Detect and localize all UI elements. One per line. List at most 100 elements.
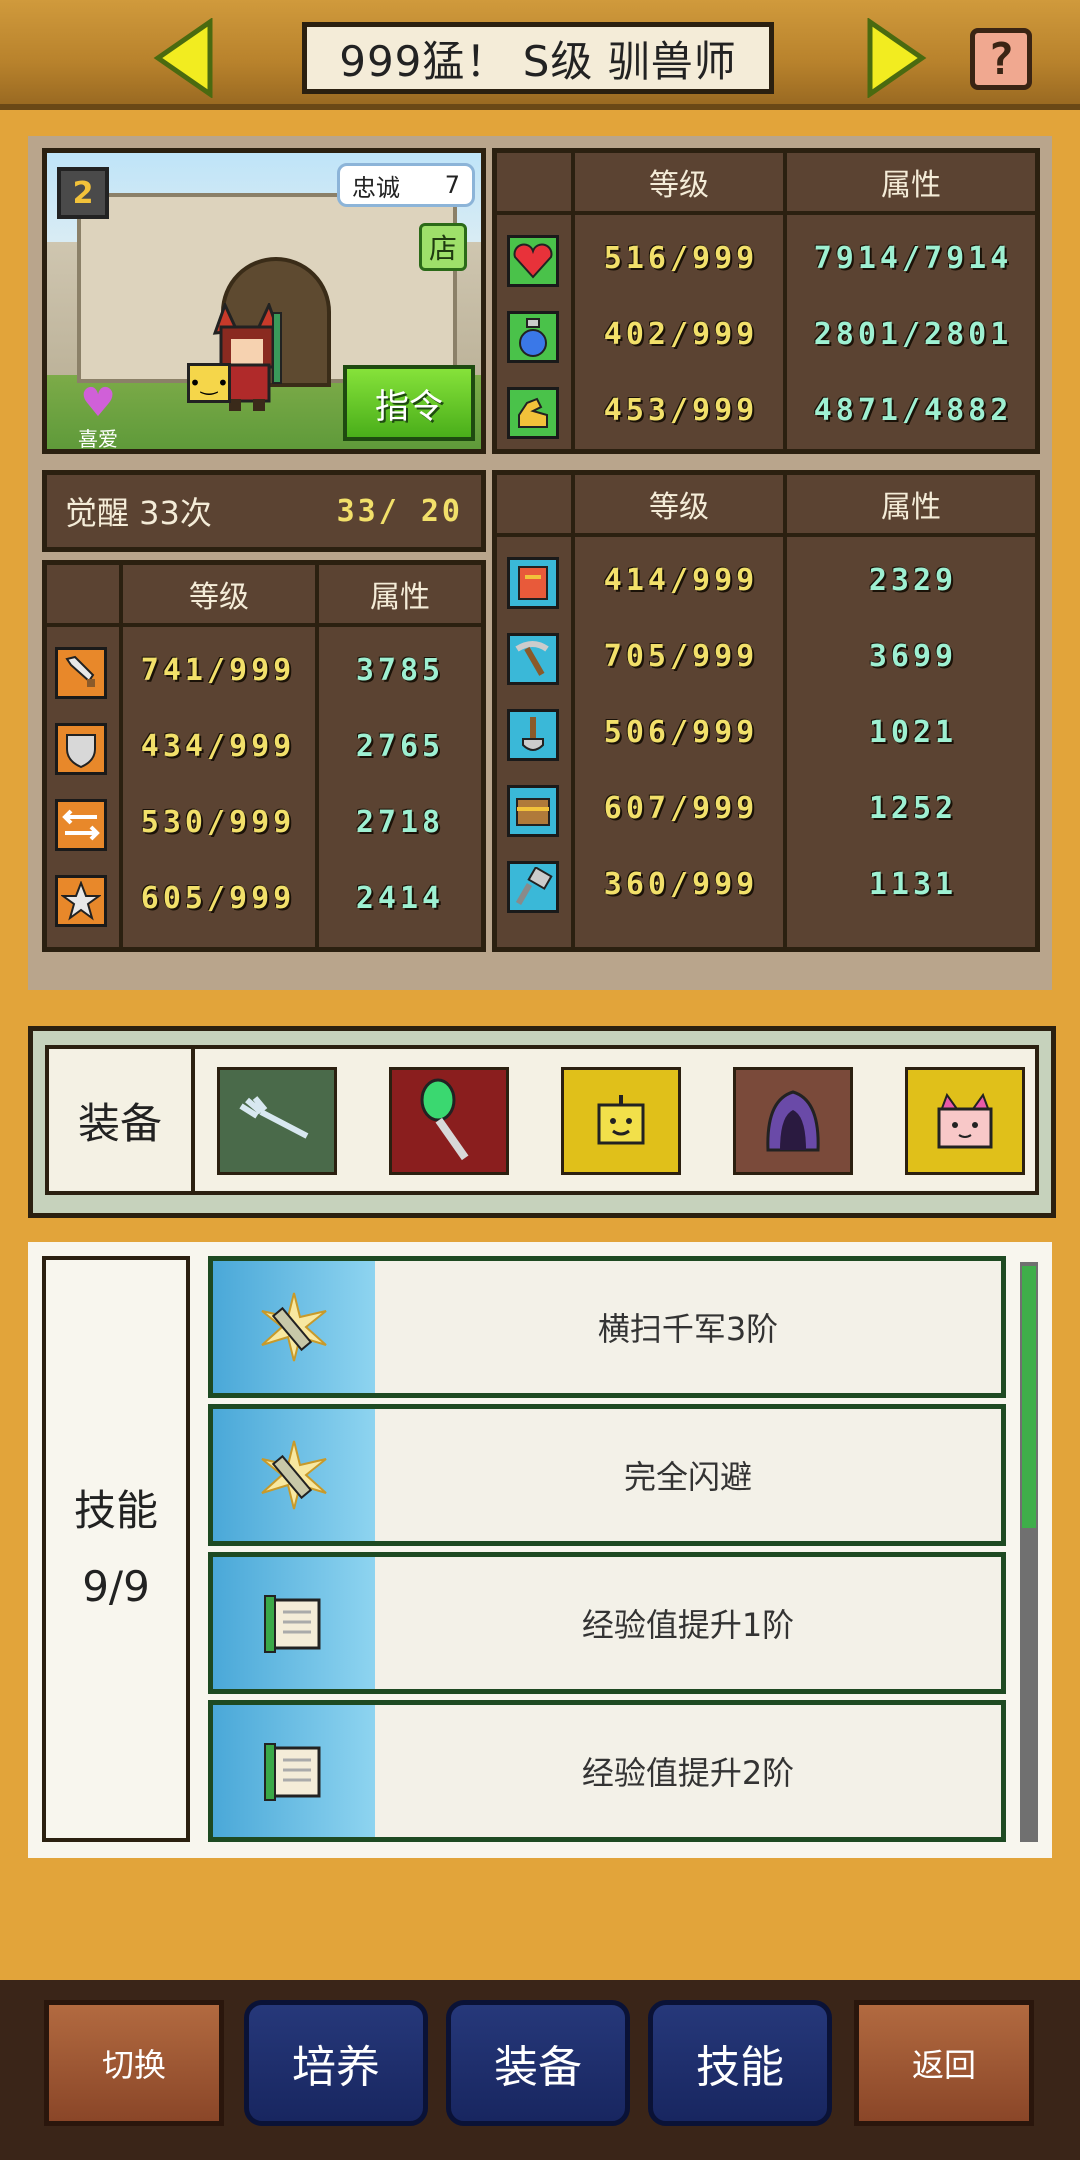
level-value: 402/999 — [603, 317, 759, 352]
equip-button[interactable]: 装备 — [446, 2000, 630, 2126]
table-row: 605/999 2414 — [47, 863, 481, 939]
sword-burst-icon — [213, 1409, 375, 1541]
level-value: 607/999 — [603, 791, 759, 826]
level-value: 741/999 — [140, 653, 296, 688]
col-attr-header: 属性 — [319, 565, 481, 627]
level-value: 434/999 — [140, 729, 296, 764]
table-header-blank — [497, 475, 575, 537]
work-stats-table: 等级 属性 414/999 2329 705/999 3699 506/999 … — [492, 470, 1040, 952]
next-arrow-icon[interactable] — [860, 18, 930, 98]
heart-icon — [507, 235, 559, 287]
book-icon — [507, 557, 559, 609]
attr-value: 2801/2801 — [813, 317, 1013, 352]
shovel-icon — [507, 709, 559, 761]
table-row: 741/999 3785 — [47, 635, 481, 711]
table-row: 516/999 7914/7914 — [497, 223, 1035, 299]
table-row: 360/999 1131 — [497, 849, 1035, 925]
shield-icon — [55, 723, 107, 775]
awaken-bar: 觉醒 33次 33/ 20 — [42, 470, 486, 552]
skill-item[interactable]: 经验值提升2阶 — [208, 1700, 1006, 1842]
yellow-robot-icon[interactable] — [561, 1067, 681, 1175]
hammer-icon — [507, 861, 559, 913]
level-value: 605/999 — [140, 881, 296, 916]
table-row: 607/999 1252 — [497, 773, 1035, 849]
table-row: 414/999 2329 — [497, 545, 1035, 621]
attr-value: 2765 — [355, 729, 445, 764]
table-row: 402/999 2801/2801 — [497, 299, 1035, 375]
level-value: 360/999 — [603, 867, 759, 902]
scroll-icon — [213, 1705, 375, 1837]
equipment-panel: 装备 — [28, 1026, 1056, 1218]
table-row: 434/999 2765 — [47, 711, 481, 787]
loyalty-badge: 忠诚 7 — [337, 163, 475, 207]
green-staff-icon[interactable] — [389, 1067, 509, 1175]
pink-cat-icon[interactable] — [905, 1067, 1025, 1175]
level-value: 453/999 — [603, 393, 759, 428]
help-button[interactable]: ? — [970, 28, 1032, 90]
skill-item[interactable]: 经验值提升1阶 — [208, 1552, 1006, 1694]
attr-value: 1021 — [868, 715, 958, 750]
col-level-header: 等级 — [575, 153, 787, 215]
skill-name: 横扫千军3阶 — [597, 1310, 779, 1348]
level-value: 516/999 — [603, 241, 759, 276]
col-attr-header: 属性 — [787, 475, 1035, 537]
skill-item[interactable]: 完全闪避 — [208, 1404, 1006, 1546]
star-icon — [55, 875, 107, 927]
skill-name: 经验值提升2阶 — [581, 1754, 795, 1792]
shop-icon[interactable]: 店 — [419, 223, 467, 271]
main-stats-table: 等级 属性 516/999 7914/7914 402/999 2801/280… — [492, 148, 1040, 454]
skill-item[interactable]: 横扫千军3阶 — [208, 1256, 1006, 1398]
attr-value: 7914/7914 — [813, 241, 1013, 276]
awaken-label: 觉醒 33次 — [65, 494, 212, 532]
attr-value: 4871/4882 — [813, 393, 1013, 428]
col-attr-header: 属性 — [787, 153, 1035, 215]
sword-icon — [55, 647, 107, 699]
potion-icon — [507, 311, 559, 363]
table-header-blank — [47, 565, 123, 627]
prev-arrow-icon[interactable] — [150, 18, 220, 98]
attr-value: 3699 — [868, 639, 958, 674]
pickaxe-icon — [507, 633, 559, 685]
skills-scrollbar[interactable] — [1020, 1262, 1038, 1842]
equipment-row: 装备 — [45, 1045, 1039, 1195]
switch-button[interactable]: 切换 — [44, 2000, 224, 2126]
skills-count: 9/9 — [82, 1562, 150, 1611]
loyalty-label: 忠诚 — [352, 173, 400, 202]
attr-value: 1252 — [868, 791, 958, 826]
skill-button[interactable]: 技能 — [648, 2000, 832, 2126]
table-row: 453/999 4871/4882 — [497, 375, 1035, 451]
level-value: 414/999 — [603, 563, 759, 598]
loyalty-value: 7 — [444, 171, 460, 199]
purple-hood-icon[interactable] — [733, 1067, 853, 1175]
skills-label-box: 技能 9/9 — [42, 1256, 190, 1842]
col-level-header: 等级 — [123, 565, 319, 627]
combat-stats-table: 等级 属性 741/999 3785 434/999 2765 530/999 … — [42, 560, 486, 952]
table-row: 506/999 1021 — [497, 697, 1035, 773]
table-row: 705/999 3699 — [497, 621, 1035, 697]
train-button[interactable]: 培养 — [244, 2000, 428, 2126]
skills-panel: 技能 9/9 横扫千军3阶 完全闪避 经验值提升1阶 经验值提升2阶 — [28, 1242, 1052, 1858]
table-header-blank — [497, 153, 575, 215]
level-value: 530/999 — [140, 805, 296, 840]
like-label: 喜爱 — [78, 427, 118, 451]
level-value: 506/999 — [603, 715, 759, 750]
attr-value: 2329 — [868, 563, 958, 598]
command-button[interactable]: 指令 — [343, 365, 475, 441]
chest-icon — [507, 785, 559, 837]
scrollbar-thumb[interactable] — [1022, 1266, 1036, 1528]
awaken-value: 33/ 20 — [336, 493, 463, 529]
character-portrait: 2 忠诚 7 店 •‿• ♥ 喜爱 指令 — [42, 148, 486, 454]
scroll-icon — [213, 1557, 375, 1689]
pet-face-icon: •‿• — [187, 363, 231, 403]
sword-burst-icon — [213, 1261, 375, 1393]
table-row: 530/999 2718 — [47, 787, 481, 863]
skill-name: 经验值提升1阶 — [581, 1606, 795, 1644]
skill-name: 完全闪避 — [623, 1458, 752, 1496]
agility-icon — [55, 799, 107, 851]
like-indicator: ♥ 喜爱 — [63, 383, 133, 451]
strength-icon — [507, 387, 559, 439]
back-button[interactable]: 返回 — [854, 2000, 1034, 2126]
claw-weapon-icon[interactable] — [217, 1067, 337, 1175]
skills-label: 技能 — [73, 1486, 158, 1535]
page-title: 999猛！ S级 驯兽师 — [302, 22, 774, 94]
